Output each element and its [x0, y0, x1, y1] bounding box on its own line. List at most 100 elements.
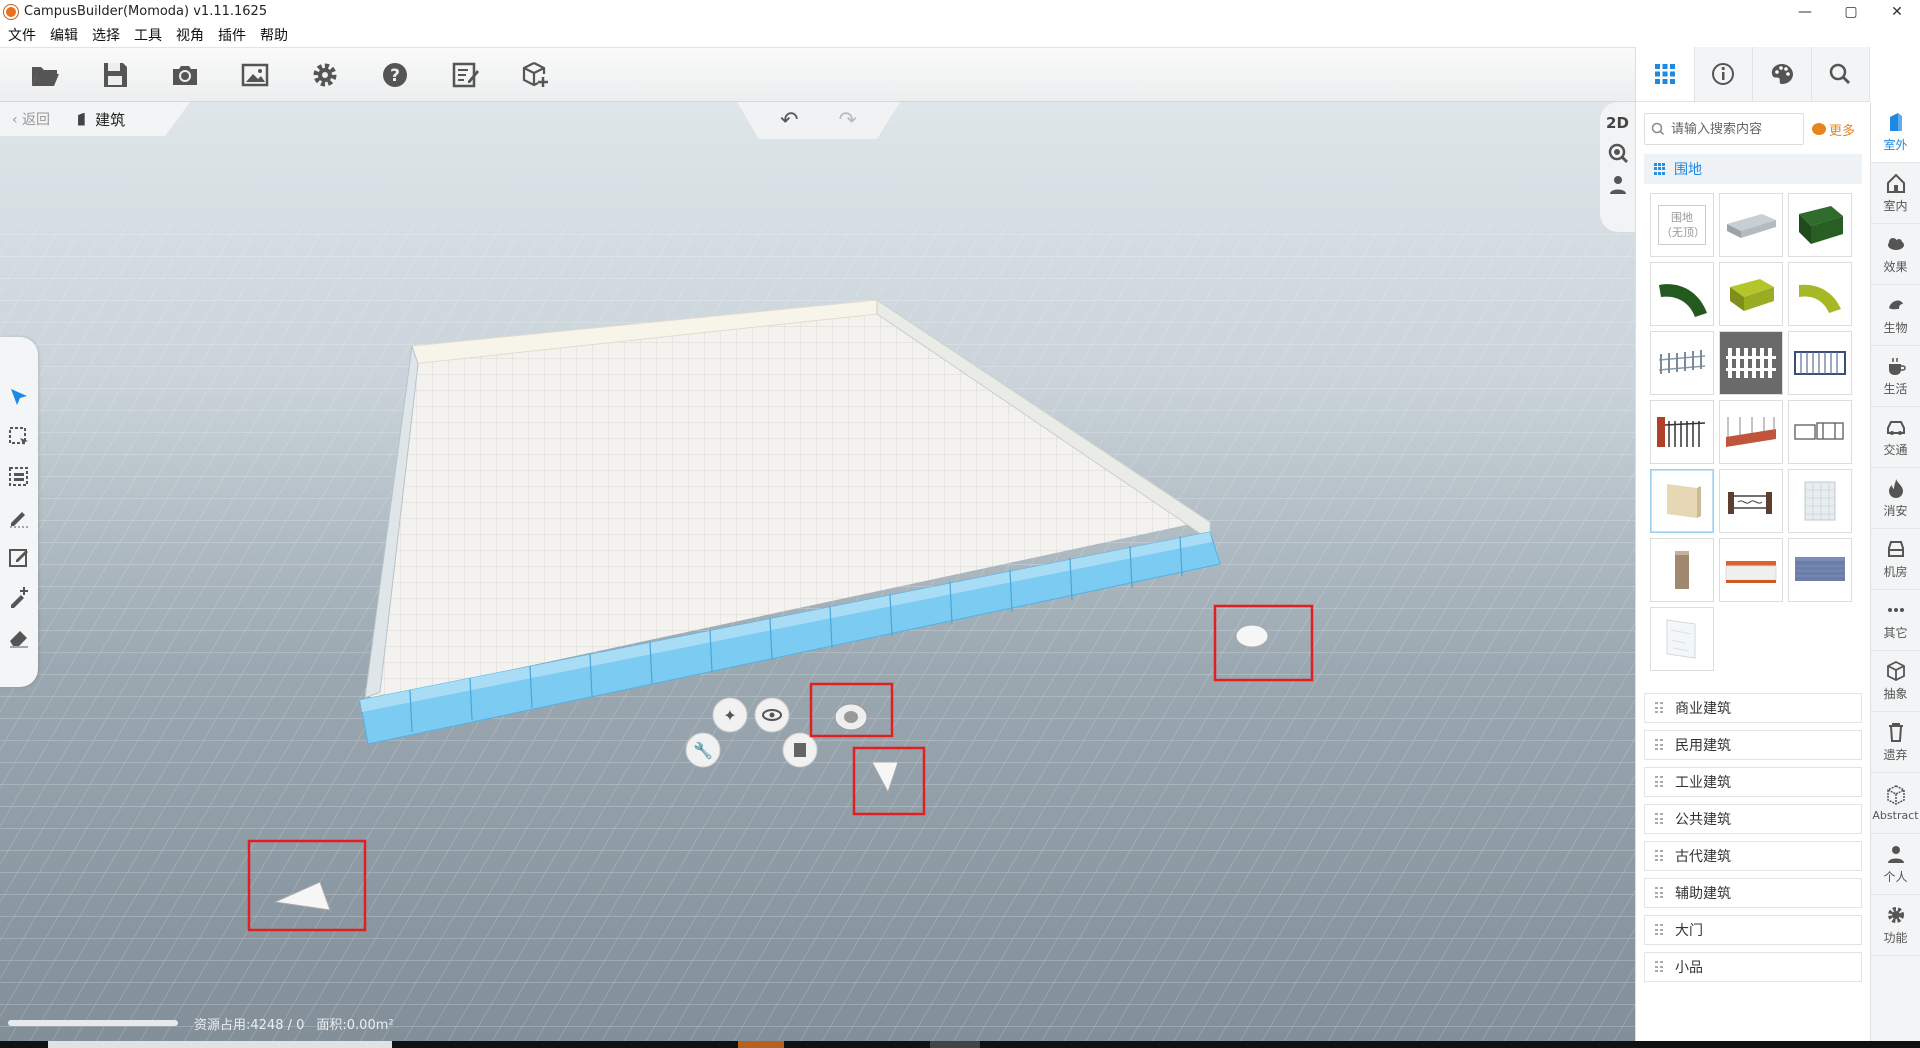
3d-viewport[interactable]: ✦ 🔧 [0, 102, 1635, 1041]
category-auxiliary[interactable]: 辅助建筑 [1644, 878, 1862, 908]
right-end-handle[interactable] [1235, 624, 1269, 648]
box-select-tool[interactable] [0, 417, 38, 457]
gear-icon [1887, 907, 1904, 923]
thumb-white-fence[interactable] [1650, 331, 1714, 395]
notes-button[interactable] [430, 48, 500, 102]
svg-text:?: ? [390, 66, 400, 86]
save-button[interactable] [80, 48, 150, 102]
open-button[interactable] [10, 48, 80, 102]
nav-discarded[interactable]: 遗弃 [1871, 712, 1920, 773]
tab-search[interactable] [1812, 47, 1870, 101]
nav-living[interactable]: 生活 [1871, 346, 1920, 407]
palette-icon [1771, 64, 1793, 84]
settings-button[interactable] [290, 48, 360, 102]
window-title: CampusBuilder(Momoda) v1.11.1625 [24, 4, 268, 19]
category-commercial[interactable]: 商业建筑 [1644, 693, 1862, 723]
nav-effects[interactable]: 效果 [1871, 224, 1920, 285]
2d-toggle-button[interactable]: 2D [1606, 114, 1629, 132]
wrench-icon: 🔧 [693, 741, 713, 760]
nav-abstract-cn[interactable]: 抽象 [1871, 651, 1920, 712]
menu-edit[interactable]: 编辑 [44, 25, 86, 45]
add-model-button[interactable] [500, 48, 570, 102]
thumb-hedge-curve-yellow[interactable] [1788, 262, 1852, 326]
draw-tool[interactable] [0, 497, 38, 537]
thumb-concrete-wall[interactable] [1719, 193, 1783, 257]
menu-view[interactable]: 视角 [170, 25, 212, 45]
image-button[interactable] [220, 48, 290, 102]
edit-shape-tool[interactable] [0, 537, 38, 577]
category-gates[interactable]: 大门 [1644, 915, 1862, 945]
thumb-blue-brick-wall[interactable] [1788, 538, 1852, 602]
nav-label: 室内 [1883, 199, 1908, 213]
menu-help[interactable]: 帮助 [254, 25, 296, 45]
taskbar-item[interactable] [738, 1041, 784, 1048]
thumb-hedge-curve-dark[interactable] [1650, 262, 1714, 326]
category-residential[interactable]: 民用建筑 [1644, 730, 1862, 760]
left-toolbox [0, 337, 38, 687]
taskbar-item[interactable] [48, 1041, 392, 1048]
nav-fire-safety[interactable]: 消安 [1871, 468, 1920, 529]
menu-tools[interactable]: 工具 [128, 25, 170, 45]
thumb-metal-railing[interactable] [1788, 331, 1852, 395]
thumb-hedge-yellow[interactable] [1719, 262, 1783, 326]
tab-catalog[interactable] [1636, 47, 1695, 101]
thumb-stone-pillar[interactable] [1650, 538, 1714, 602]
category-small-items[interactable]: 小品 [1644, 952, 1862, 982]
nav-functions[interactable]: 功能 [1871, 895, 1920, 956]
tab-materials[interactable] [1753, 47, 1812, 101]
redo-button[interactable]: ↷ [839, 108, 857, 133]
thumb-ornate-fence[interactable] [1719, 469, 1783, 533]
thumb-glass-panel[interactable] [1650, 607, 1714, 671]
eraser-tool[interactable] [0, 617, 38, 657]
ornate-fence-image [1728, 492, 1772, 514]
thumb-brick-low-wall[interactable] [1719, 400, 1783, 464]
nav-personal[interactable]: 个人 [1871, 834, 1920, 895]
nav-traffic[interactable]: 交通 [1871, 407, 1920, 468]
scene-canvas[interactable]: ✦ 🔧 [0, 102, 1635, 1041]
nav-server-room[interactable]: 机房 [1871, 529, 1920, 590]
zoom-fit-icon[interactable] [1607, 142, 1629, 164]
person-view-icon[interactable] [1607, 174, 1629, 196]
nav-creatures[interactable]: 生物 [1871, 285, 1920, 346]
more-button[interactable]: 更多 [1812, 120, 1855, 139]
close-button[interactable]: ✕ [1874, 0, 1920, 23]
screenshot-button[interactable] [150, 48, 220, 102]
thumb-enclosure-no-roof[interactable]: 围地 （无顶） [1650, 193, 1714, 257]
thumb-beige-panel[interactable] [1650, 469, 1714, 533]
nav-label: 抽象 [1883, 687, 1908, 701]
search-input[interactable] [1671, 121, 1796, 137]
menu-select[interactable]: 选择 [86, 25, 128, 45]
blue-brick-wall-image [1795, 557, 1845, 581]
back-link[interactable]: ‹ 返回 [12, 109, 50, 129]
thumb-brick-iron-fence[interactable] [1650, 400, 1714, 464]
menu-file[interactable]: 文件 [2, 25, 44, 45]
category-industrial[interactable]: 工业建筑 [1644, 767, 1862, 797]
nav-abstract[interactable]: Abstract [1871, 773, 1920, 834]
category-public[interactable]: 公共建筑 [1644, 804, 1862, 834]
minimize-button[interactable]: — [1782, 0, 1828, 23]
thumb-orange-wall[interactable] [1719, 538, 1783, 602]
select-tool[interactable] [0, 377, 38, 417]
taskbar-item[interactable] [930, 1041, 980, 1048]
menu-plugins[interactable]: 插件 [212, 25, 254, 45]
thumb-label: 围地 （无顶） [1658, 205, 1706, 245]
tab-info[interactable] [1695, 47, 1753, 101]
thumb-mesh-panel[interactable] [1788, 469, 1852, 533]
category-header-active[interactable]: 围地 [1644, 154, 1862, 184]
building-icon [78, 112, 85, 126]
thumb-gate-frame[interactable] [1788, 400, 1852, 464]
thumb-picket-fence[interactable] [1719, 331, 1783, 395]
search-icon [1830, 63, 1851, 85]
view-controls: 2D [1600, 102, 1635, 232]
multi-select-tool[interactable] [0, 457, 38, 497]
pen-add-tool[interactable] [0, 577, 38, 617]
category-ancient[interactable]: 古代建筑 [1644, 841, 1862, 871]
thumb-hedge-block[interactable] [1788, 193, 1852, 257]
maximize-button[interactable]: ▢ [1828, 0, 1874, 23]
nav-outdoor[interactable]: 室外 [1871, 102, 1920, 163]
nav-indoor[interactable]: 室内 [1871, 163, 1920, 224]
undo-button[interactable]: ↶ [780, 108, 798, 133]
progress-bar [8, 1020, 178, 1026]
nav-other[interactable]: 其它 [1871, 590, 1920, 651]
help-button[interactable]: ? [360, 48, 430, 102]
